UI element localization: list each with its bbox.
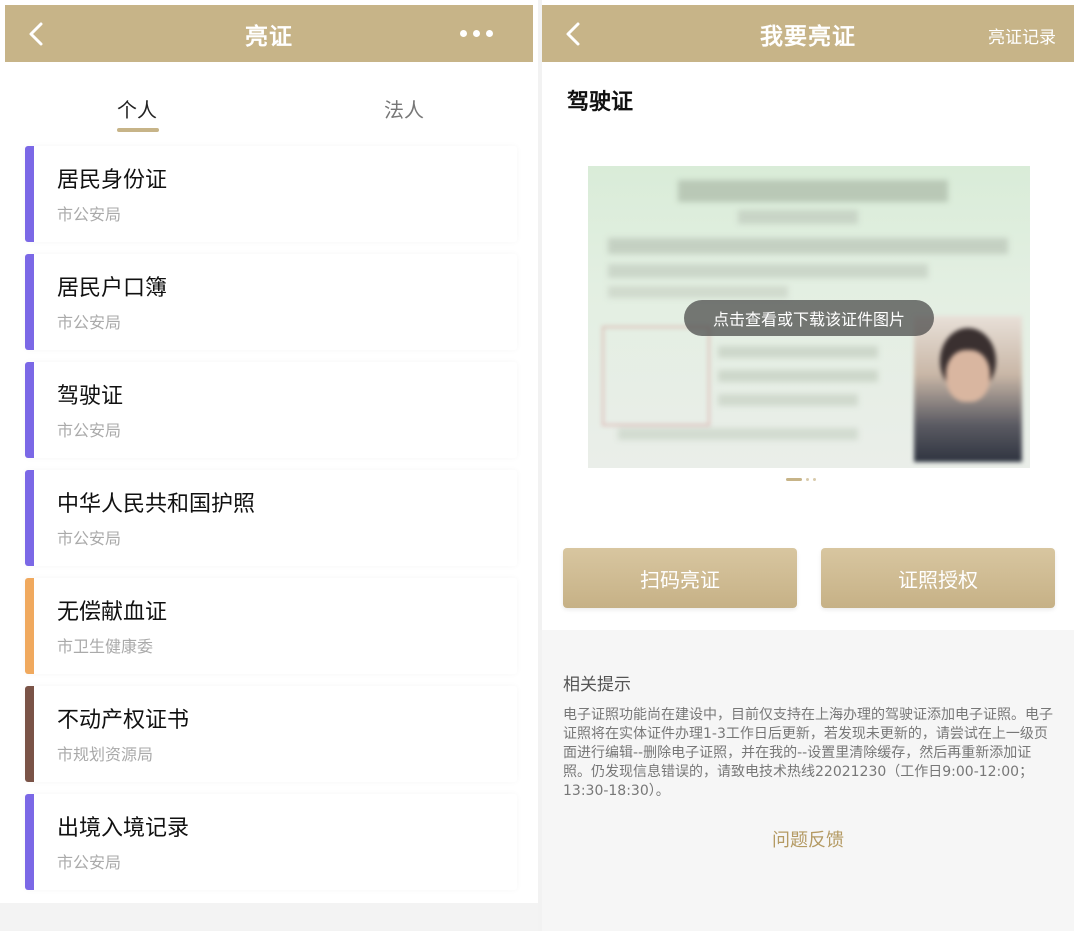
cert-name: 居民户口簿 bbox=[57, 276, 168, 301]
cert-issuer: 市公安局 bbox=[57, 205, 122, 224]
cert-card-entry-exit-record[interactable]: 出境入境记录 市公安局 bbox=[25, 794, 517, 890]
more-dots-icon bbox=[460, 29, 467, 37]
back-button[interactable] bbox=[560, 19, 588, 49]
cert-color-bar bbox=[25, 254, 34, 350]
chevron-left-icon bbox=[566, 22, 580, 46]
cert-card-driver-license[interactable]: 驾驶证 市公安局 bbox=[25, 362, 517, 458]
right-screen: 我要亮证 亮证记录 驾驶证 点击查看或下载该证件图片 扫码亮证 证照授权 相关提… bbox=[542, 0, 1080, 931]
tab-personal[interactable]: 个人 bbox=[117, 94, 157, 123]
cert-name: 出境入境记录 bbox=[57, 816, 190, 841]
view-download-hint: 点击查看或下载该证件图片 bbox=[684, 300, 934, 336]
cert-name: 居民身份证 bbox=[57, 168, 168, 193]
chevron-left-icon bbox=[29, 22, 43, 46]
active-tab-indicator bbox=[117, 128, 159, 132]
cert-image[interactable]: 点击查看或下载该证件图片 bbox=[588, 166, 1030, 468]
cert-title: 驾驶证 bbox=[567, 90, 634, 115]
cert-card-property-certificate[interactable]: 不动产权证书 市规划资源局 bbox=[25, 686, 517, 782]
show-record-link[interactable]: 亮证记录 bbox=[988, 23, 1056, 48]
tab-legal[interactable]: 法人 bbox=[384, 94, 424, 123]
cert-card-blood-donation[interactable]: 无偿献血证 市卫生健康委 bbox=[25, 578, 517, 674]
cert-issuer: 市公安局 bbox=[57, 853, 122, 872]
cert-name: 中华人民共和国护照 bbox=[57, 492, 256, 517]
cert-authorize-button[interactable]: 证照授权 bbox=[821, 548, 1055, 608]
tab-bar: 个人 法人 bbox=[0, 90, 538, 135]
top-bar: 亮证 bbox=[5, 5, 533, 62]
pager-active-indicator bbox=[786, 478, 802, 481]
cert-name: 无偿献血证 bbox=[57, 600, 168, 625]
cert-list: 居民身份证 市公安局 居民户口簿 市公安局 驾驶证 市公安局 中华人民共和国护照… bbox=[25, 146, 517, 902]
pager-dot bbox=[813, 478, 816, 481]
top-bar: 我要亮证 亮证记录 bbox=[542, 5, 1074, 62]
cert-issuer: 市公安局 bbox=[57, 529, 122, 548]
cert-color-bar bbox=[25, 578, 34, 674]
cert-card-passport[interactable]: 中华人民共和国护照 市公安局 bbox=[25, 470, 517, 566]
cert-color-bar bbox=[25, 686, 34, 782]
back-button[interactable] bbox=[23, 19, 51, 49]
cert-issuer: 市规划资源局 bbox=[57, 745, 154, 764]
tips-section: 相关提示 电子证照功能尚在建设中，目前仅支持在上海办理的驾驶证添加电子证照。电子… bbox=[542, 630, 1074, 931]
page-title: 我要亮证 bbox=[760, 23, 856, 50]
cert-stamp bbox=[602, 326, 710, 426]
cert-name: 驾驶证 bbox=[57, 384, 124, 409]
scan-show-button[interactable]: 扫码亮证 bbox=[563, 548, 797, 608]
cert-name: 不动产权证书 bbox=[57, 708, 190, 733]
page-title: 亮证 bbox=[245, 23, 293, 50]
cert-color-bar bbox=[25, 146, 34, 242]
list-footer bbox=[0, 903, 538, 931]
left-screen: 亮证 个人 法人 居民身份证 市公安局 居民户口簿 市公安局 驾驶证 市公安局 … bbox=[0, 0, 538, 931]
pager-dot bbox=[806, 478, 809, 481]
tips-body: 电子证照功能尚在建设中，目前仅支持在上海办理的驾驶证添加电子证照。电子证照将在实… bbox=[563, 707, 1053, 799]
feedback-link[interactable]: 问题反馈 bbox=[542, 826, 1074, 852]
cert-card-household-register[interactable]: 居民户口簿 市公安局 bbox=[25, 254, 517, 350]
cert-color-bar bbox=[25, 470, 34, 566]
cert-issuer: 市公安局 bbox=[57, 421, 122, 440]
cert-card-id-card[interactable]: 居民身份证 市公安局 bbox=[25, 146, 517, 242]
cert-issuer: 市公安局 bbox=[57, 313, 122, 332]
more-button[interactable] bbox=[460, 22, 493, 44]
cert-color-bar bbox=[25, 794, 34, 890]
tips-title: 相关提示 bbox=[563, 675, 631, 695]
cert-color-bar bbox=[25, 362, 34, 458]
cert-portrait bbox=[914, 316, 1022, 462]
image-pager bbox=[786, 478, 816, 481]
cert-issuer: 市卫生健康委 bbox=[57, 637, 154, 656]
